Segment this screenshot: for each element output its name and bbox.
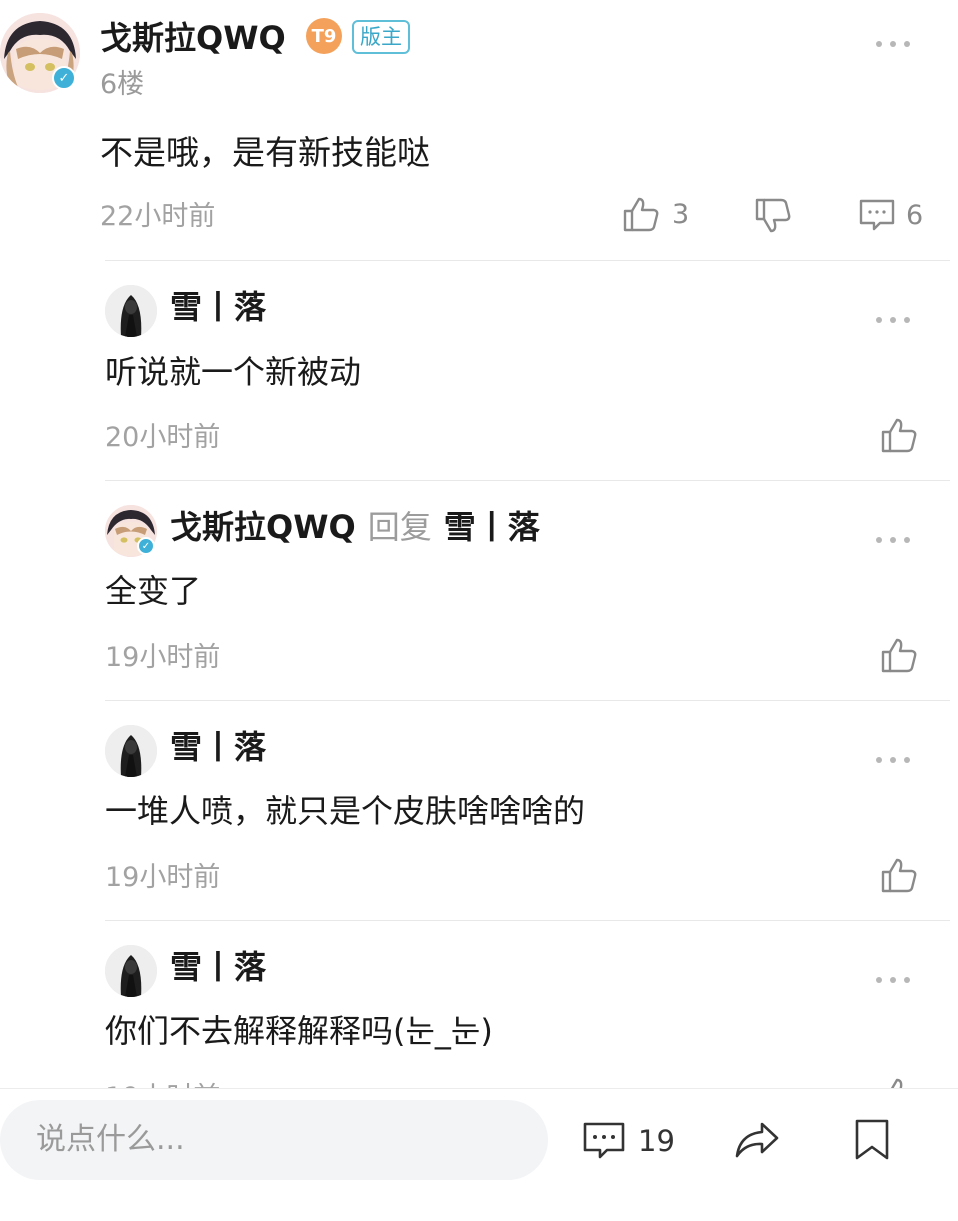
- post-content: 不是哦，是有新技能哒: [100, 133, 430, 172]
- reply-avatar[interactable]: [105, 945, 157, 997]
- comment-input-placeholder: 说点什么...: [36, 1122, 185, 1157]
- comment-list-button[interactable]: 19: [582, 1120, 675, 1162]
- level-badge: T9: [306, 18, 342, 54]
- thumbs-up-icon: [881, 858, 917, 893]
- post-time: 22小时前: [100, 201, 216, 232]
- verified-icon: ✓: [137, 537, 155, 555]
- reply-content: 全变了: [105, 572, 202, 610]
- more-dots-icon[interactable]: [876, 39, 910, 49]
- comment-button[interactable]: 6: [858, 197, 923, 233]
- bookmark-button[interactable]: [854, 1118, 890, 1166]
- reply-time: 20小时前: [105, 422, 221, 453]
- reply-avatar[interactable]: [105, 725, 157, 777]
- author-name[interactable]: 戈斯拉QWQ: [100, 18, 286, 58]
- bookmark-icon: [855, 1119, 889, 1160]
- divider: [105, 920, 950, 921]
- thumbs-up-icon: [881, 418, 917, 453]
- more-dots-icon[interactable]: [876, 535, 910, 545]
- like-button[interactable]: [880, 636, 918, 674]
- reply-time: 19小时前: [105, 642, 221, 673]
- share-icon: [735, 1122, 779, 1158]
- reply-word: 回复: [367, 508, 432, 546]
- reply-author[interactable]: 雪丨落: [170, 726, 266, 768]
- reply-time: 19小时前: [105, 862, 221, 893]
- thumbs-up-icon: [623, 197, 659, 232]
- divider: [105, 260, 950, 261]
- comment-icon: [859, 199, 895, 231]
- reply-content: 听说就一个新被动: [105, 353, 362, 391]
- comment-count: 6: [906, 199, 924, 231]
- floor-number: 6楼: [100, 69, 145, 100]
- divider: [105, 480, 950, 481]
- reply-header: 戈斯拉QWQ 回复 雪丨落: [170, 506, 540, 548]
- reply-author[interactable]: 雪丨落: [170, 946, 266, 988]
- more-dots-icon[interactable]: [876, 315, 910, 325]
- divider: [105, 700, 950, 701]
- like-button[interactable]: [880, 416, 918, 454]
- thumbs-down-icon: [755, 198, 791, 233]
- like-count: 3: [672, 198, 690, 230]
- reply-content: 你们不去解释解释吗(눈_눈): [105, 1012, 493, 1050]
- more-dots-icon[interactable]: [876, 975, 910, 985]
- reply-avatar[interactable]: [105, 285, 157, 337]
- reply-to-user[interactable]: 雪丨落: [444, 508, 540, 546]
- like-button[interactable]: [880, 856, 918, 894]
- like-button[interactable]: 3: [622, 195, 689, 233]
- bottom-comment-count: 19: [638, 1124, 675, 1158]
- reply-content: 一堆人喷，就只是个皮肤啥啥啥的: [105, 792, 586, 830]
- share-button[interactable]: [734, 1120, 780, 1164]
- reply-author[interactable]: 雪丨落: [170, 286, 266, 328]
- verified-icon: ✓: [52, 66, 76, 90]
- moderator-badge: 版主: [352, 20, 410, 54]
- level-badge-text: T9: [311, 25, 337, 47]
- thumbs-up-icon: [881, 638, 917, 673]
- reply-author[interactable]: 戈斯拉QWQ: [170, 508, 356, 546]
- dislike-button[interactable]: [754, 197, 792, 235]
- more-dots-icon[interactable]: [876, 755, 910, 765]
- comment-icon: [583, 1122, 625, 1159]
